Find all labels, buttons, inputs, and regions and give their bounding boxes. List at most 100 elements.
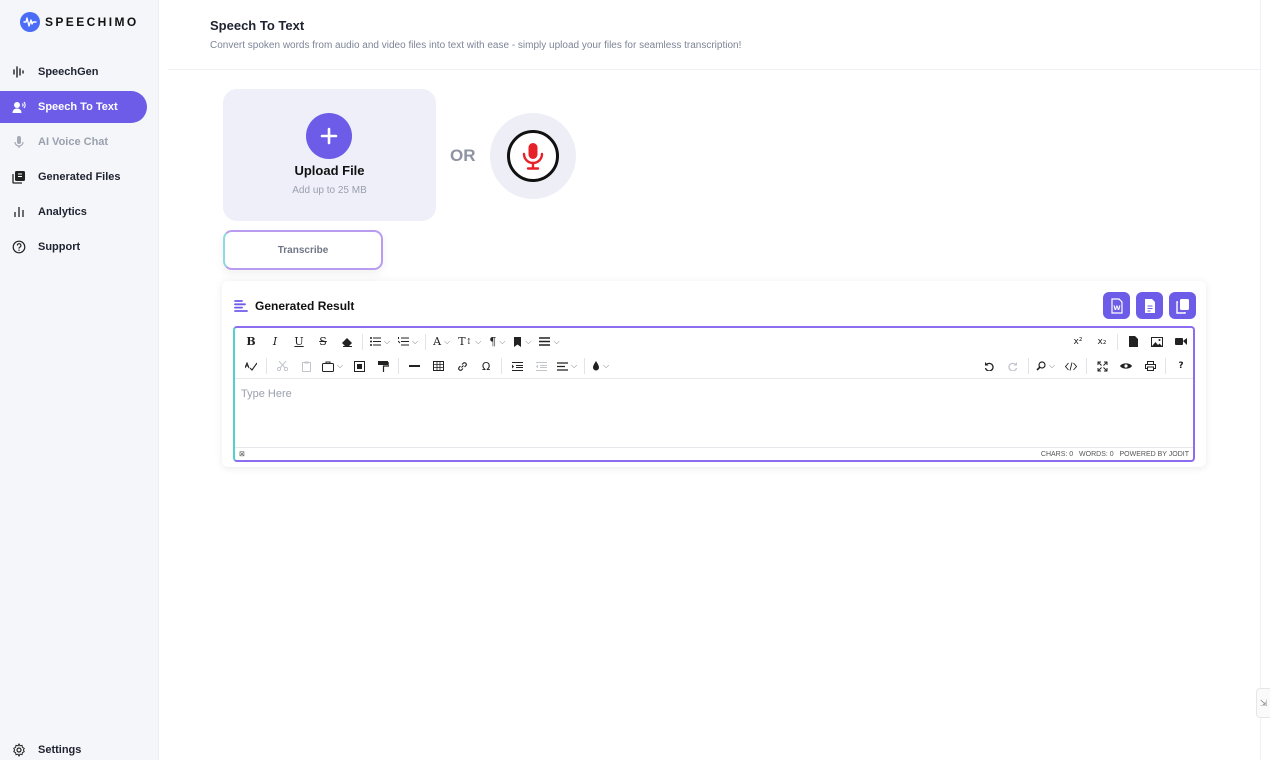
plus-icon <box>306 113 352 159</box>
document-export-icon <box>1144 298 1155 313</box>
upload-title: Upload File <box>294 163 365 178</box>
font-size-button[interactable]: T ↕ ⌵ <box>454 331 485 353</box>
generated-result-panel: Generated Result W B I U S ⌵ ⌵ A ⌵ T ↕ ⌵… <box>222 281 1206 467</box>
code-icon <box>1065 361 1077 371</box>
upload-file-card[interactable]: Upload File Add up to 25 MB <box>223 89 436 221</box>
cut-button[interactable] <box>270 355 294 377</box>
print-icon <box>1144 361 1156 371</box>
editor-content-area[interactable]: Type Here <box>241 388 292 400</box>
source-code-button[interactable] <box>1059 355 1083 377</box>
chevron-down-icon: ⌵ <box>603 361 610 370</box>
superscript-button[interactable]: x² <box>1066 331 1090 353</box>
line-height-button[interactable]: ⌵ <box>535 331 563 353</box>
outdent-button[interactable] <box>529 355 553 377</box>
italic-button[interactable]: I <box>263 331 287 353</box>
color-button[interactable]: ⌵ <box>588 355 613 377</box>
special-character-button[interactable]: Ω <box>474 355 498 377</box>
page-header: Speech To Text Convert spoken words from… <box>168 0 1260 70</box>
result-header: Generated Result <box>234 299 354 313</box>
resize-handle-icon[interactable]: ⊠ <box>239 450 245 458</box>
bold-button[interactable]: B <box>239 331 263 353</box>
select-all-icon <box>353 360 365 372</box>
file-button[interactable] <box>1121 331 1145 353</box>
logo-waveform-icon <box>20 12 40 32</box>
paragraph-button[interactable]: ¶ ⌵ <box>485 331 509 353</box>
collapse-panel-tab[interactable]: ⇲ <box>1256 688 1270 718</box>
upload-size-limit: Add up to 25 MB <box>292 185 367 196</box>
toolbar-separator <box>1086 358 1087 374</box>
droplet-icon <box>593 361 600 371</box>
toolbar-separator <box>266 358 267 374</box>
align-left-icon <box>557 361 569 371</box>
spellcheck-button[interactable] <box>239 355 263 377</box>
export-document-button[interactable] <box>1136 292 1163 319</box>
sidebar-item-speech-to-text[interactable]: Speech To Text <box>0 91 147 123</box>
find-button[interactable]: ⌵ <box>1032 355 1059 377</box>
transcribe-button[interactable]: Transcribe <box>223 230 383 270</box>
video-button[interactable] <box>1169 331 1193 353</box>
result-title: Generated Result <box>255 299 355 313</box>
sidebar-item-label: Support <box>38 241 81 253</box>
collapse-icon: ⇲ <box>1259 697 1268 708</box>
indent-button[interactable] <box>505 355 529 377</box>
chevron-down-icon: ⌵ <box>444 336 451 346</box>
copy-button[interactable] <box>1169 292 1196 319</box>
strikethrough-button[interactable]: S <box>311 331 335 353</box>
eraser-icon[interactable] <box>335 331 359 353</box>
sidebar-item-settings[interactable]: Settings <box>0 734 147 760</box>
main-content: Speech To Text Convert spoken words from… <box>168 0 1260 760</box>
link-icon <box>457 361 467 371</box>
sidebar-item-label: Generated Files <box>38 171 121 183</box>
line-height-icon <box>539 337 551 346</box>
chevron-down-icon: ⌵ <box>337 361 344 370</box>
copy-format-button[interactable] <box>294 355 318 377</box>
image-icon <box>1151 336 1163 347</box>
microphone-icon <box>14 136 24 148</box>
print-button[interactable] <box>1138 355 1162 377</box>
result-actions: W <box>1103 292 1196 319</box>
numbered-list-button[interactable]: ⌵ <box>394 331 422 353</box>
fullscreen-button[interactable] <box>1090 355 1114 377</box>
chevron-down-icon: ⌵ <box>525 336 532 346</box>
toolbar-separator <box>584 358 586 374</box>
font-family-button[interactable]: A ⌵ <box>429 331 454 353</box>
page-title: Speech To Text <box>210 18 305 33</box>
bulleted-list-button[interactable]: ⌵ <box>366 331 394 353</box>
sidebar-item-ai-voice-chat[interactable]: AI Voice Chat <box>0 126 147 158</box>
sidebar-item-label: Speech To Text <box>38 101 118 113</box>
record-button[interactable] <box>490 113 576 199</box>
classname-button[interactable]: ⌵ <box>509 331 535 353</box>
redo-button[interactable] <box>1001 355 1025 377</box>
image-button[interactable] <box>1145 331 1169 353</box>
settings-container: Settings <box>0 734 159 760</box>
about-button[interactable]: ? <box>1169 355 1193 377</box>
sidebar-item-support[interactable]: Support <box>0 231 147 263</box>
char-count: CHARS: 0 <box>1040 450 1074 458</box>
chevron-down-icon: ⌵ <box>553 336 560 346</box>
subscript-button[interactable]: x₂ <box>1090 331 1114 353</box>
sidebar-item-generated-files[interactable]: Generated Files <box>0 161 147 193</box>
video-icon <box>1175 338 1187 345</box>
powered-by-link[interactable]: POWERED BY JODIT <box>1120 451 1190 458</box>
table-button[interactable] <box>426 355 450 377</box>
paste-icon <box>322 361 334 372</box>
logo[interactable]: SPEECHIMO <box>20 12 139 32</box>
preview-button[interactable] <box>1114 355 1138 377</box>
bulleted-list-icon <box>370 337 381 346</box>
sidebar-nav: SpeechGen Speech To Text AI Voice Chat G… <box>0 56 159 266</box>
link-button[interactable] <box>450 355 474 377</box>
toolbar-separator <box>1027 358 1029 374</box>
chevron-down-icon: ⌵ <box>384 336 391 346</box>
select-all-button[interactable] <box>347 355 371 377</box>
help-circle-icon <box>12 240 26 254</box>
undo-button[interactable] <box>977 355 1001 377</box>
toolbar-separator <box>425 333 427 350</box>
paste-button[interactable]: ⌵ <box>318 355 347 377</box>
format-painter-button[interactable] <box>371 355 395 377</box>
horizontal-rule-button[interactable] <box>402 355 426 377</box>
sidebar-item-speechgen[interactable]: SpeechGen <box>0 56 147 88</box>
align-button[interactable]: ⌵ <box>553 355 581 377</box>
underline-button[interactable]: U <box>287 331 311 353</box>
sidebar-item-analytics[interactable]: Analytics <box>0 196 147 228</box>
export-word-button[interactable]: W <box>1103 292 1130 319</box>
